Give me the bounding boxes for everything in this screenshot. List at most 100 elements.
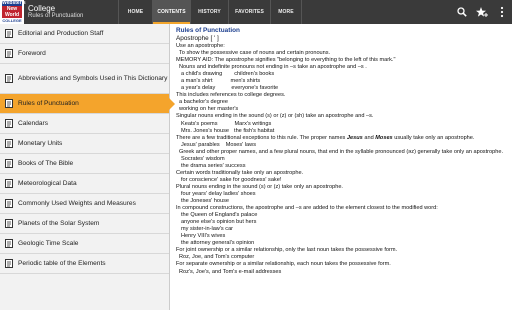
sidebar-item-label: Abbreviations and Symbols Used in This D… [18, 74, 168, 82]
text-line: Henry VIII's wives [181, 233, 226, 240]
sidebar-item-abbreviations[interactable]: Abbreviations and Symbols Used in This D… [0, 64, 169, 94]
sidebar-item-weights-and-measures[interactable]: Commonly Used Weights and Measures [0, 194, 169, 214]
example: the fish's habitat [234, 127, 275, 134]
sidebar-item-label: Editorial and Production Staff [18, 29, 104, 37]
sidebar-item-label: Rules of Punctuation [18, 99, 79, 107]
text-line: For joint ownership or a similar relatio… [176, 247, 398, 254]
example: Jesus' parables [181, 141, 220, 148]
section-title: Rules of Punctuation [28, 13, 84, 19]
sidebar-item-books-of-the-bible[interactable]: Books of The Bible [0, 154, 169, 174]
text-line: Roz's, Joe's, and Tom's e-mail addresses [179, 268, 282, 275]
document-icon [5, 199, 13, 208]
example: Moses' laws [225, 141, 256, 148]
sidebar-item-periodic-table[interactable]: Periodic table of the Elements [0, 254, 169, 274]
tab-home[interactable]: HOME [118, 0, 152, 24]
text-line: Singular nouns ending in the sound (s) o… [176, 113, 374, 120]
text-line: Roz, Joe, and Tom's computer [179, 254, 255, 261]
document-icon [5, 139, 13, 148]
document-icon [5, 74, 13, 83]
text-line: the Joneses' house [181, 198, 230, 205]
tab-history[interactable]: HISTORY [190, 0, 228, 24]
text-line: the drama series' success [181, 162, 246, 169]
text-fragment: usually take only an apostrophe. [392, 134, 475, 141]
tab-more[interactable]: MORE [270, 0, 302, 24]
sidebar-item-editorial-staff[interactable]: Editorial and Production Staff [0, 24, 169, 44]
document-icon [5, 219, 13, 228]
example: everyone's favorite [231, 85, 279, 92]
action-bar: Webster's New World COLLEGE College Rule… [0, 0, 512, 24]
text-line: To show the possessive case of nouns and… [179, 50, 331, 57]
example-line: Mrs. Jones's house the fish's habitat [176, 128, 508, 135]
text-line: the Queen of England's palace [181, 212, 258, 219]
example-line: Keats's poems Marx's writings [176, 121, 508, 128]
example-line: Jesus' parables Moses' laws [176, 142, 508, 149]
text-fragment: and [362, 134, 376, 141]
logo-line-2: New World [2, 6, 22, 18]
text-line: Socrates' wisdom [181, 155, 225, 162]
text-line: Nouns and indefinite pronouns not ending… [179, 64, 367, 71]
text-line: for conscience' sake for goodness' sake! [181, 176, 282, 183]
tab-contents[interactable]: CONTENTS [152, 0, 190, 24]
text-line: the attorney general's opinion [181, 240, 255, 247]
document-icon [5, 259, 13, 268]
contents-sidebar: Editorial and Production Staff Foreword … [0, 24, 175, 310]
sidebar-item-rules-of-punctuation[interactable]: Rules of Punctuation [0, 94, 175, 114]
sidebar-item-label: Books of The Bible [18, 159, 74, 167]
app-name: College [28, 4, 56, 13]
logo-line-3: COLLEGE [2, 18, 22, 23]
document-icon [5, 29, 13, 38]
text-line: Use an apostrophe: [176, 43, 225, 49]
example: Keats's poems [181, 120, 218, 127]
action-icons [452, 0, 512, 24]
article-subtitle: Apostrophe [ ' ] [176, 35, 219, 42]
text-line: Plural nouns ending in the sound (s) or … [176, 183, 343, 190]
sidebar-item-foreword[interactable]: Foreword [0, 44, 169, 64]
text-line: There are a few traditional exceptions t… [176, 135, 508, 142]
emphasis: Moses [375, 134, 393, 141]
text-line: four years' delay ladies' shoes [181, 190, 256, 197]
sidebar-item-label: Geologic Time Scale [18, 239, 79, 247]
sidebar-item-label: Calendars [18, 119, 49, 127]
text-fragment: There are a few traditional exceptions t… [176, 134, 347, 141]
emphasis: Jesus [346, 134, 363, 141]
text-line: working on her master's [179, 106, 239, 113]
sidebar-item-calendars[interactable]: Calendars [0, 114, 169, 134]
sidebar-item-label: Planets of the Solar System [18, 219, 100, 227]
article-content: Rules of Punctuation Apostrophe [ ' ] Us… [171, 24, 512, 310]
text-line: my sister-in-law's car [181, 226, 234, 233]
sidebar-item-monetary-units[interactable]: Monetary Units [0, 134, 169, 154]
text-line: Greek and other proper names, and a few … [179, 148, 504, 155]
document-icon [5, 119, 13, 128]
example: a child's drawing [181, 71, 223, 78]
sidebar-item-label: Periodic table of the Elements [18, 259, 106, 267]
sidebar-item-meteorological-data[interactable]: Meteorological Data [0, 174, 169, 194]
text-line: This includes references to college degr… [176, 92, 286, 99]
text-line: MEMORY AID: The apostrophe signifies "be… [176, 57, 396, 64]
example-line: a year's delay everyone's favorite [176, 85, 508, 92]
sidebar-item-label: Commonly Used Weights and Measures [18, 199, 136, 207]
sidebar-item-geologic-time-scale[interactable]: Geologic Time Scale [0, 234, 169, 254]
document-icon [5, 49, 13, 58]
sidebar-item-label: Meteorological Data [18, 179, 77, 187]
example: children's books [234, 71, 275, 78]
sidebar-item-label: Foreword [18, 49, 46, 57]
tab-favorites[interactable]: FAVORITES [228, 0, 270, 24]
sidebar-item-label: Monetary Units [18, 139, 63, 147]
text-line: Certain words traditionally take only an… [176, 169, 304, 176]
example: men's shirts [230, 78, 261, 85]
search-icon[interactable] [452, 0, 472, 24]
text-line: In compound constructions, the apostroph… [176, 205, 438, 212]
example-line: a man's shirt men's shirts [176, 78, 508, 85]
text-line: For separate ownership or a similar rela… [176, 261, 391, 268]
text-line: anyone else's opinion but hers [181, 219, 257, 226]
document-icon [5, 239, 13, 248]
tab-bar: HOME CONTENTS HISTORY FAVORITES MORE [118, 0, 302, 24]
example: Mrs. Jones's house [181, 127, 230, 134]
star-add-icon[interactable] [472, 0, 492, 24]
example-line: a child's drawing children's books [176, 71, 508, 78]
overflow-menu-icon[interactable] [492, 0, 512, 24]
sidebar-item-planets[interactable]: Planets of the Solar System [0, 214, 169, 234]
example: a year's delay [181, 85, 216, 92]
document-icon [5, 179, 13, 188]
app-logo[interactable]: Webster's New World COLLEGE [0, 0, 26, 24]
